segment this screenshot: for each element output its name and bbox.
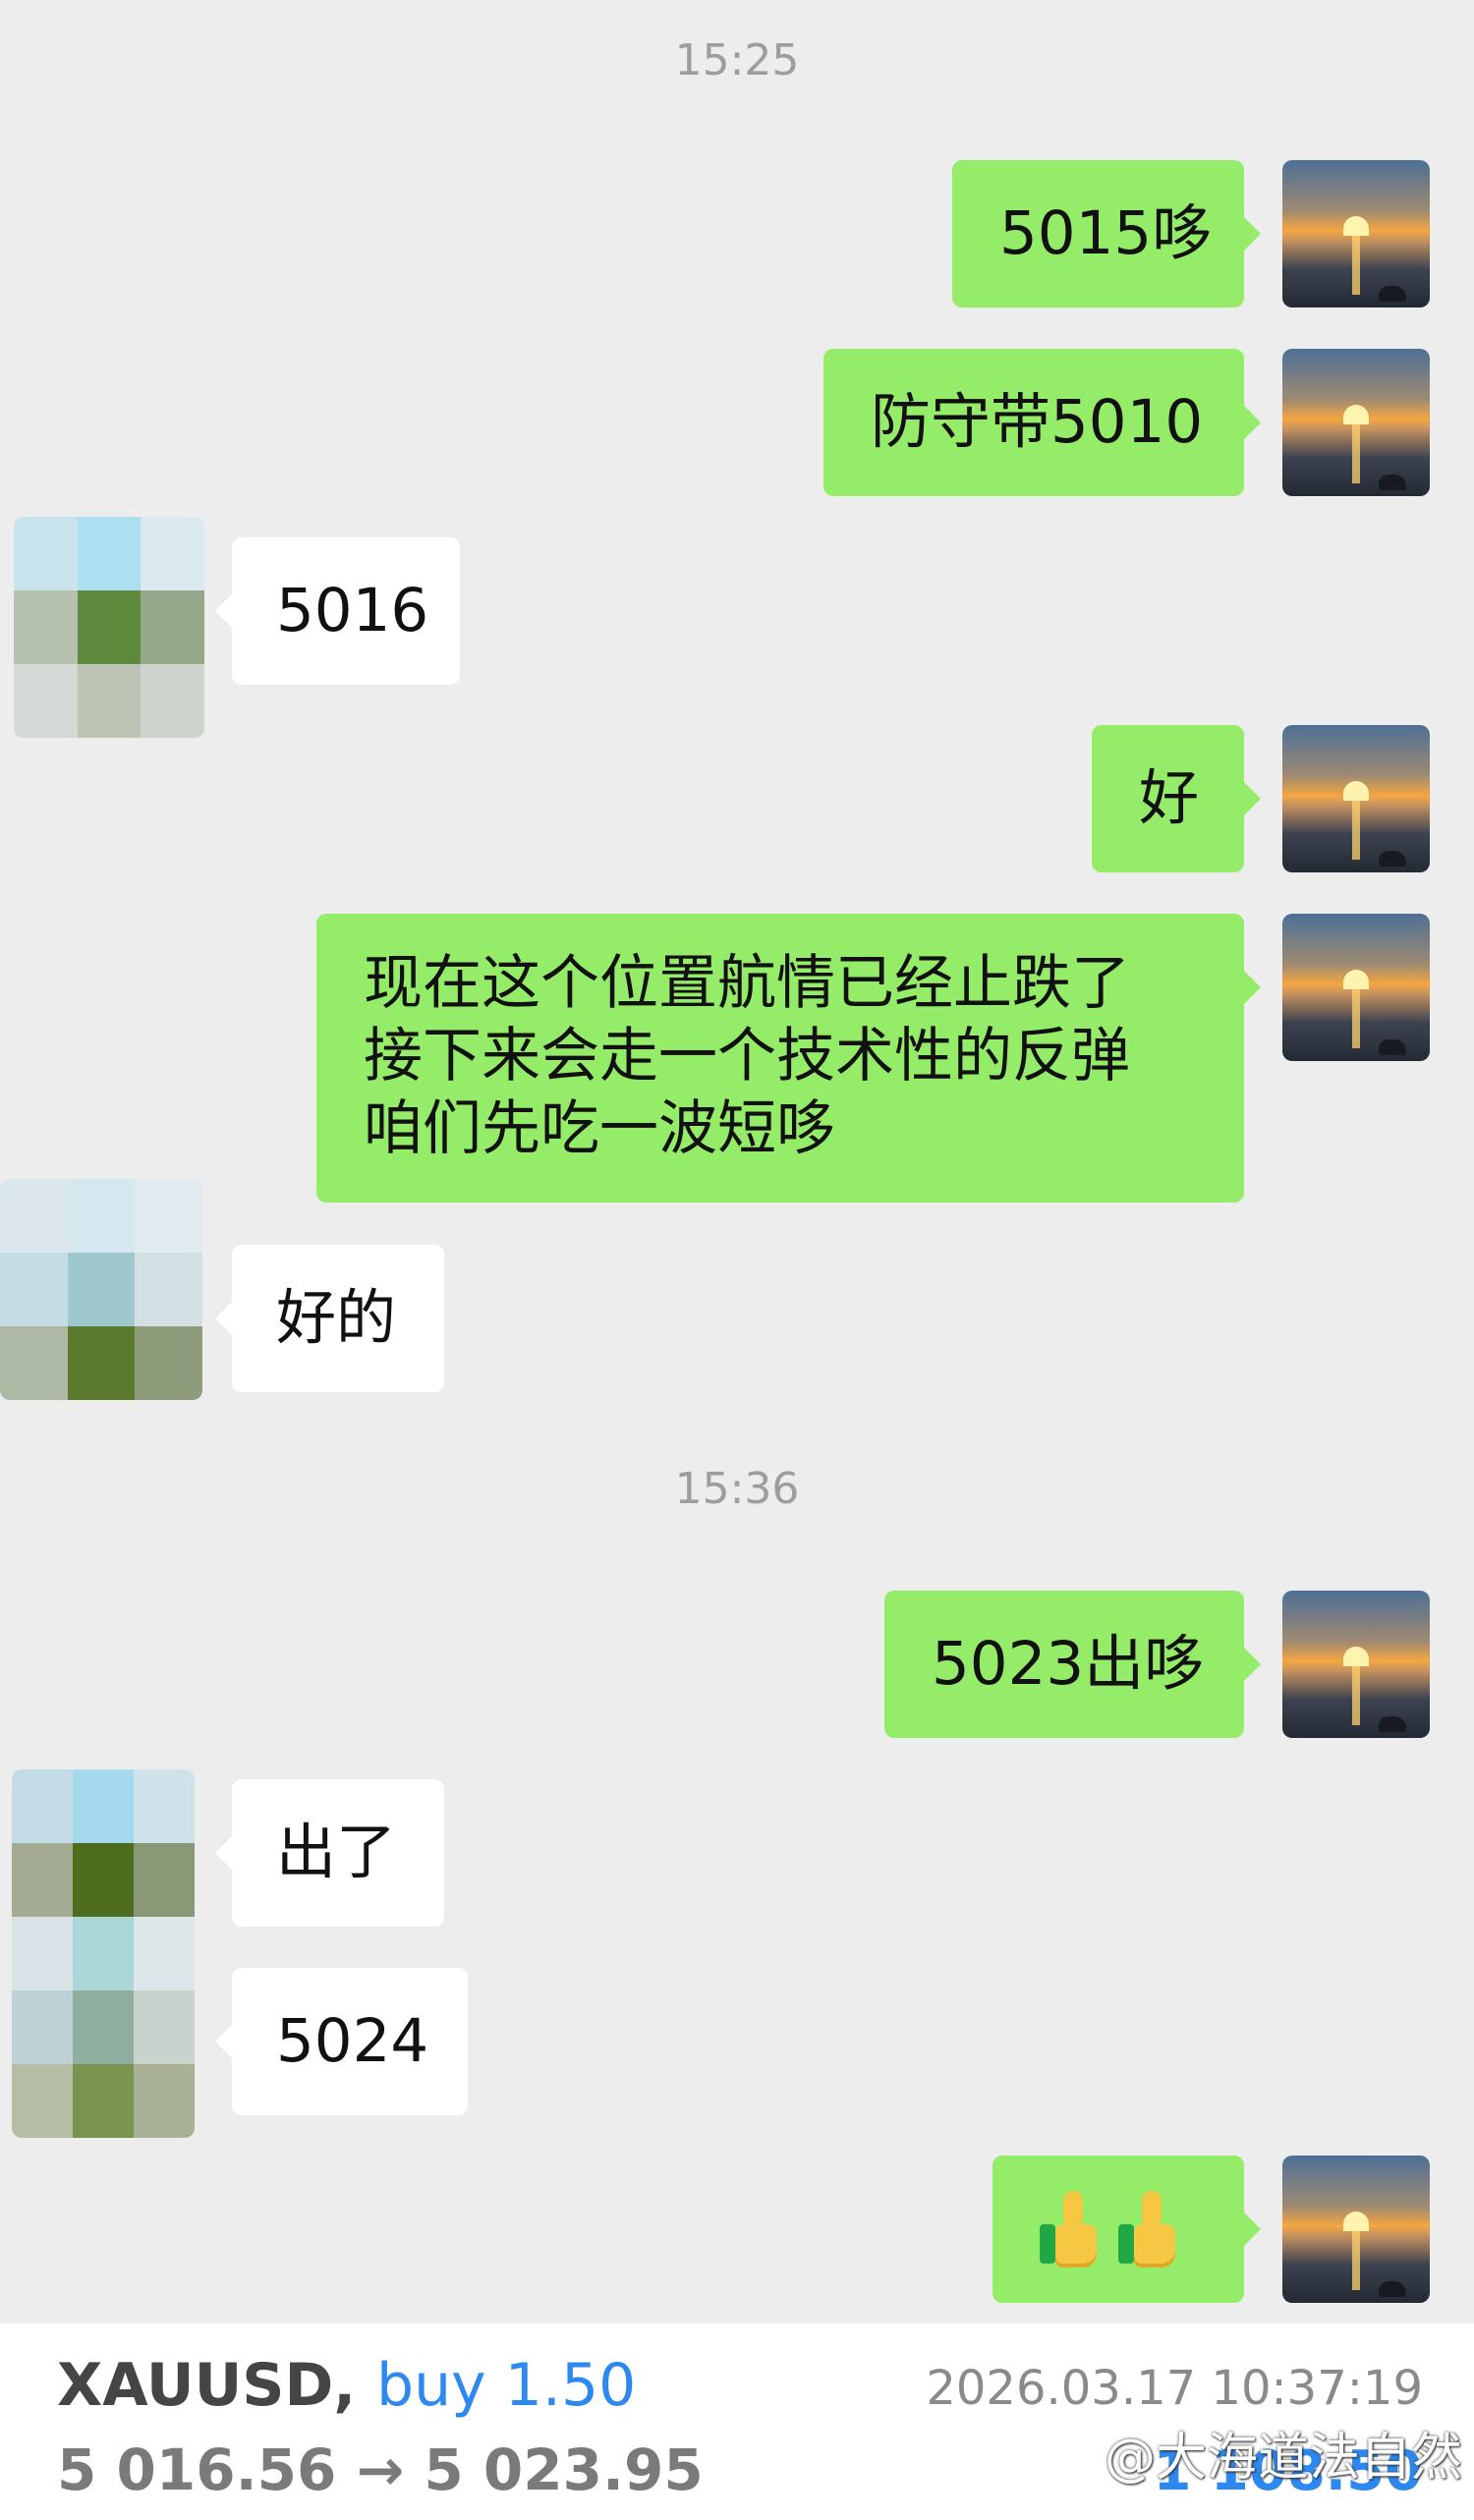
timestamp-divider: 15:36	[674, 1464, 800, 1514]
message-line: 咱们先吃一波短哆	[364, 1094, 835, 1163]
thumbs-up-icon	[1118, 2191, 1183, 2268]
message-text: 5024	[276, 2006, 429, 2076]
self-avatar[interactable]	[1282, 1591, 1430, 1738]
message-text: 5015哆	[999, 198, 1213, 268]
watermark-text: @大海道法自然	[1104, 2429, 1462, 2488]
message-text: 5016	[276, 576, 429, 645]
message-text: 5023出哆	[932, 1629, 1205, 1699]
received-message-bubble[interactable]: 出了	[215, 1779, 444, 1927]
received-message-bubble[interactable]: 5016	[215, 537, 460, 685]
timestamp-divider: 15:25	[674, 35, 800, 85]
received-message-bubble[interactable]: 好的	[215, 1245, 444, 1392]
self-avatar[interactable]	[1282, 349, 1430, 496]
self-avatar[interactable]	[1282, 160, 1430, 308]
sent-message-bubble[interactable]: 现在这个位置航情已经止跌了 接下来会走一个技术性的反弹 咱们先吃一波短哆	[316, 914, 1261, 1203]
message-text: 出了	[276, 1818, 397, 1887]
trade-summary-card: XAUUSD, buy 1.50 5 016.56 → 5 023.95 202…	[0, 2324, 1474, 2520]
sent-message-bubble[interactable]	[992, 2156, 1261, 2303]
contact-avatar[interactable]	[14, 517, 204, 738]
contact-avatar[interactable]	[12, 1769, 195, 2138]
trade-prices: 5 016.56 → 5 023.95	[57, 2436, 704, 2503]
trade-symbol: XAUUSD, buy 1.50	[57, 2351, 636, 2420]
thumbs-up-icon	[1040, 2191, 1105, 2268]
message-text: 好	[1139, 763, 1200, 833]
trade-side: buy 1.50	[376, 2351, 637, 2420]
sent-message-bubble[interactable]: 防守带5010	[823, 349, 1261, 496]
received-message-bubble[interactable]: 5024	[215, 1968, 468, 2115]
sent-message-bubble[interactable]: 好	[1092, 725, 1261, 872]
message-line: 接下来会走一个技术性的反弹	[364, 1022, 1130, 1091]
symbol-label: XAUUSD,	[57, 2351, 357, 2420]
message-text: 防守带5010	[871, 387, 1204, 457]
sent-message-bubble[interactable]: 5023出哆	[884, 1591, 1261, 1738]
contact-avatar[interactable]	[0, 1179, 202, 1400]
message-line: 现在这个位置航情已经止跌了	[364, 949, 1130, 1018]
self-avatar[interactable]	[1282, 725, 1430, 872]
message-text: 好的	[276, 1283, 397, 1353]
sent-message-bubble[interactable]: 5015哆	[952, 160, 1261, 308]
self-avatar[interactable]	[1282, 914, 1430, 1061]
trade-timestamp: 2026.03.17 10:37:19	[926, 2361, 1423, 2416]
self-avatar[interactable]	[1282, 2156, 1430, 2303]
